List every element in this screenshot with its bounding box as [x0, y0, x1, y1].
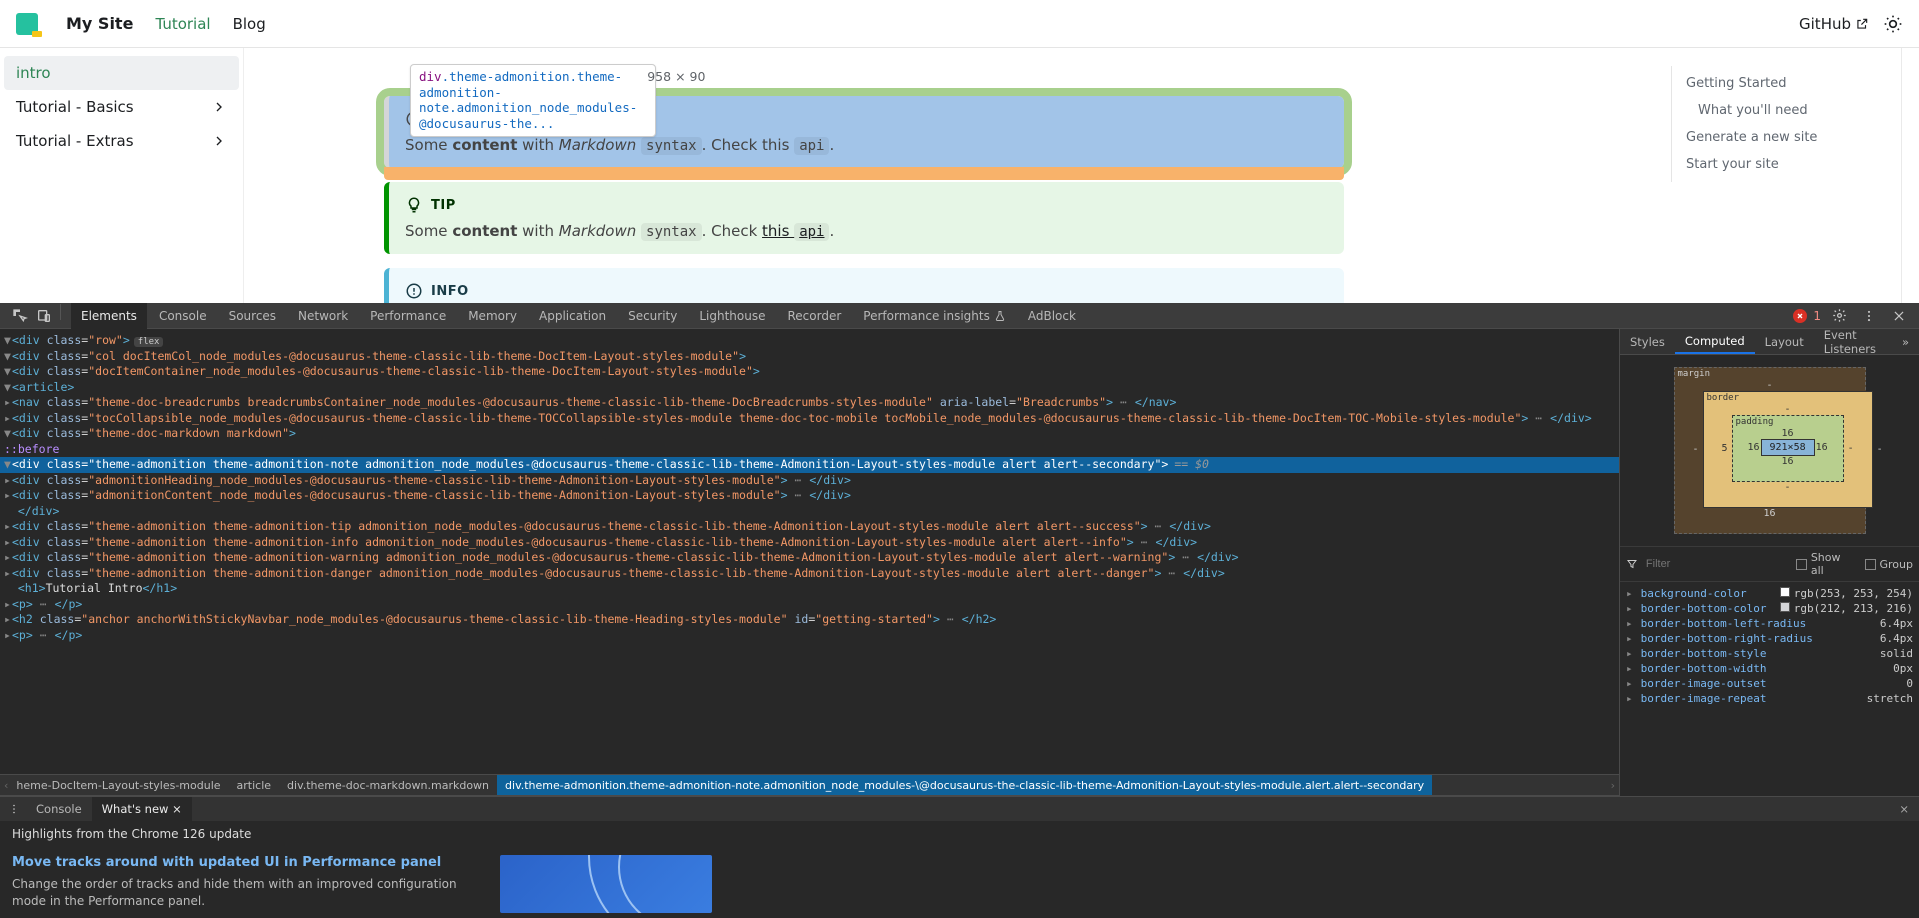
admonition-note: div.theme-admonition.theme-admonition-no… [384, 96, 1344, 168]
admonition-content: Some content with Markdown syntax. Check… [405, 222, 1328, 240]
page-toc: Getting Started What you'll need Generat… [1671, 66, 1871, 182]
devtools-tab-elements[interactable]: Elements [71, 303, 147, 329]
toc-item[interactable]: Generate a new site [1684, 124, 1871, 151]
chevron-right-icon [211, 99, 227, 115]
box-model-diagram[interactable]: margin - - border - 5 padding 16 16 921×… [1674, 367, 1866, 534]
sidebar-item-extras[interactable]: Tutorial - Extras [4, 124, 239, 158]
beaker-icon [994, 310, 1006, 322]
inspect-element-icon[interactable] [8, 304, 32, 328]
show-all-checkbox[interactable]: Show all [1796, 551, 1857, 577]
devtools-drawer: Console What's new × × Highlights from t… [0, 796, 1919, 918]
breadcrumb-item[interactable]: heme-DocItem-Layout-styles-module [8, 775, 228, 795]
site-navbar: My Site Tutorial Blog GitHub [0, 0, 1919, 48]
devtools-tab-perf-insights[interactable]: Performance insights [853, 303, 1016, 329]
devtools-tab-strip: Elements Console Sources Network Perform… [0, 303, 1919, 329]
sidebar-item-label: intro [16, 64, 51, 82]
drawer-tab-whatsnew[interactable]: What's new × [92, 797, 192, 821]
tooltip-classes: .theme-admonition.theme-admonition-note.… [419, 69, 637, 131]
devtools-tab-memory[interactable]: Memory [458, 303, 527, 329]
doc-main: div.theme-admonition.theme-admonition-no… [244, 48, 1901, 303]
inspector-margin-overlay [384, 167, 1344, 180]
group-checkbox[interactable]: Group [1865, 558, 1914, 571]
whatsnew-feature-title[interactable]: Move tracks around with updated UI in Pe… [12, 855, 472, 870]
elements-tree[interactable]: ▼<div class="row">flex ▼<div class="col … [0, 329, 1619, 774]
sidebar-item-intro[interactable]: intro [4, 56, 239, 90]
devtools-tab-sources[interactable]: Sources [219, 303, 286, 329]
kebab-menu-icon[interactable] [1857, 304, 1881, 328]
devtools-tab-security[interactable]: Security [618, 303, 687, 329]
devtools-panel: Elements Console Sources Network Perform… [0, 303, 1919, 918]
site-area: My Site Tutorial Blog GitHub intro Tutor… [0, 0, 1919, 303]
admonition-tip: TIP Some content with Markdown syntax. C… [384, 182, 1344, 254]
admonition-info: INFO [384, 268, 1344, 303]
sidebar-item-basics[interactable]: Tutorial - Basics [4, 90, 239, 124]
computed-properties-list[interactable]: ▸background-colorrgb(253, 253, 254) ▸bor… [1620, 582, 1919, 796]
close-devtools-icon[interactable] [1887, 304, 1911, 328]
admonition-content: Some content with Markdown syntax. Check… [405, 136, 1328, 154]
close-drawer-icon[interactable]: × [1891, 802, 1917, 816]
toc-item[interactable]: Getting Started [1684, 70, 1871, 97]
error-count: 1 [1813, 309, 1821, 323]
admonition-heading: INFO [405, 282, 1328, 300]
devtools-tab-network[interactable]: Network [288, 303, 358, 329]
toc-item[interactable]: Start your site [1684, 151, 1871, 178]
kebab-menu-icon[interactable] [2, 797, 26, 821]
breadcrumb-item[interactable]: div.theme-doc-markdown.markdown [279, 775, 497, 795]
alert-circle-icon [405, 282, 423, 300]
nav-link-github[interactable]: GitHub [1799, 15, 1869, 33]
settings-gear-icon[interactable] [1827, 304, 1851, 328]
devtools-tab-lighthouse[interactable]: Lighthouse [689, 303, 775, 329]
error-count-badge[interactable] [1793, 309, 1807, 323]
devtools-tab-recorder[interactable]: Recorder [778, 303, 852, 329]
tooltip-dimensions: 958 × 90 [647, 69, 705, 132]
whatsnew-headline: Highlights from the Chrome 126 update [12, 827, 1907, 841]
close-tab-icon[interactable]: × [172, 802, 182, 816]
github-label: GitHub [1799, 15, 1851, 33]
drawer-tab-console[interactable]: Console [26, 797, 92, 821]
admonition-title: TIP [431, 198, 456, 213]
toc-item[interactable]: What you'll need [1684, 97, 1871, 124]
nav-link-tutorial[interactable]: Tutorial [155, 15, 210, 33]
devtools-tab-console[interactable]: Console [149, 303, 217, 329]
breadcrumb-item[interactable]: div.theme-admonition.theme-admonition-no… [497, 775, 1432, 795]
doc-sidebar: intro Tutorial - Basics Tutorial - Extra… [0, 48, 244, 303]
side-tab-computed[interactable]: Computed [1675, 329, 1755, 354]
theme-toggle-icon[interactable] [1883, 14, 1903, 34]
site-logo-icon [16, 13, 38, 35]
devtools-tab-adblock[interactable]: AdBlock [1018, 303, 1086, 329]
site-brand: My Site [66, 14, 133, 33]
nav-link-blog[interactable]: Blog [233, 15, 266, 33]
device-toggle-icon[interactable] [32, 304, 56, 328]
filter-icon [1626, 558, 1638, 570]
breadcrumb-item[interactable]: article [229, 775, 280, 795]
sidebar-item-label: Tutorial - Basics [16, 98, 134, 116]
chevron-right-icon [211, 133, 227, 149]
whatsnew-feature-image [500, 855, 712, 913]
whatsnew-feature-desc: Change the order of tracks and hide them… [12, 876, 472, 910]
inspector-tooltip: div.theme-admonition.theme-admonition-no… [410, 64, 656, 137]
admonition-link[interactable]: this api [762, 222, 829, 240]
lightbulb-icon [405, 196, 423, 214]
styles-sidepanel: Styles Computed Layout Event Listeners »… [1619, 329, 1919, 796]
sidebar-item-label: Tutorial - Extras [16, 132, 134, 150]
side-tab-styles[interactable]: Styles [1620, 329, 1675, 354]
external-link-icon [1855, 17, 1869, 31]
tooltip-tag: div [419, 69, 442, 84]
elements-breadcrumbs[interactable]: ‹ heme-DocItem-Layout-styles-module arti… [0, 774, 1619, 796]
admonition-title: INFO [431, 284, 469, 299]
computed-filter-input[interactable] [1646, 558, 1788, 570]
devtools-tab-application[interactable]: Application [529, 303, 616, 329]
side-tab-layout[interactable]: Layout [1755, 329, 1814, 354]
side-tab-eventlisteners[interactable]: Event Listeners [1814, 329, 1892, 354]
page-scrollbar[interactable] [1901, 48, 1919, 303]
devtools-tab-performance[interactable]: Performance [360, 303, 456, 329]
elements-selected-node[interactable]: ▼<div class="theme-admonition theme-admo… [0, 457, 1619, 473]
computed-filter-row: Show all Group [1620, 546, 1919, 582]
admonition-heading: TIP [405, 196, 1328, 214]
side-tab-more-icon[interactable]: » [1892, 329, 1919, 354]
